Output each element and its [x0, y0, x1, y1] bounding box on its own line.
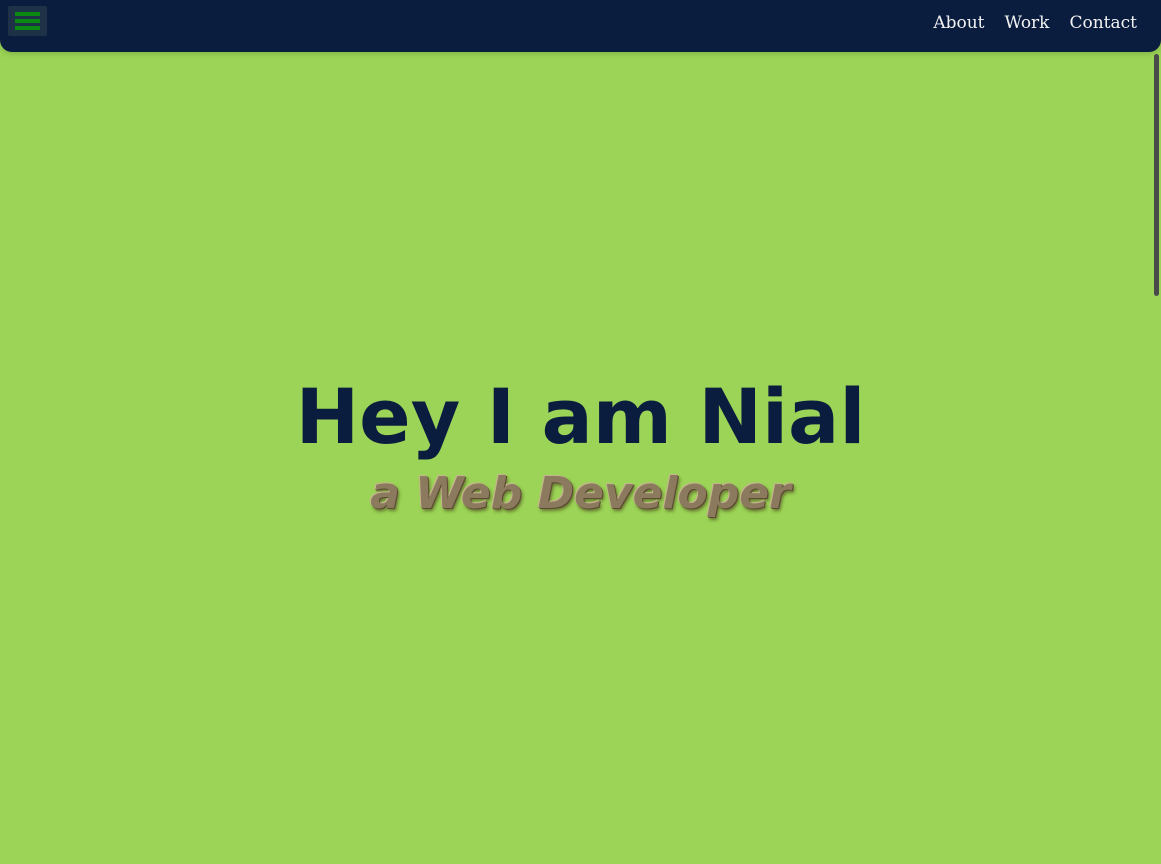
- hero-subtitle: a Web Developer: [370, 468, 791, 519]
- nav-link-about[interactable]: About: [933, 12, 984, 34]
- scrollbar-thumb[interactable]: [1154, 54, 1159, 296]
- nav-links: About Work Contact: [933, 12, 1137, 34]
- nav-link-contact[interactable]: Contact: [1069, 12, 1137, 34]
- top-navbar: About Work Contact: [0, 0, 1161, 52]
- hero-title: Hey I am Nial: [295, 372, 866, 461]
- hamburger-menu-icon-line: [15, 26, 40, 30]
- hamburger-menu-icon: [15, 12, 40, 16]
- hamburger-menu-icon-line: [15, 19, 40, 23]
- hamburger-menu-button[interactable]: [8, 6, 47, 36]
- nav-link-work[interactable]: Work: [1005, 12, 1050, 34]
